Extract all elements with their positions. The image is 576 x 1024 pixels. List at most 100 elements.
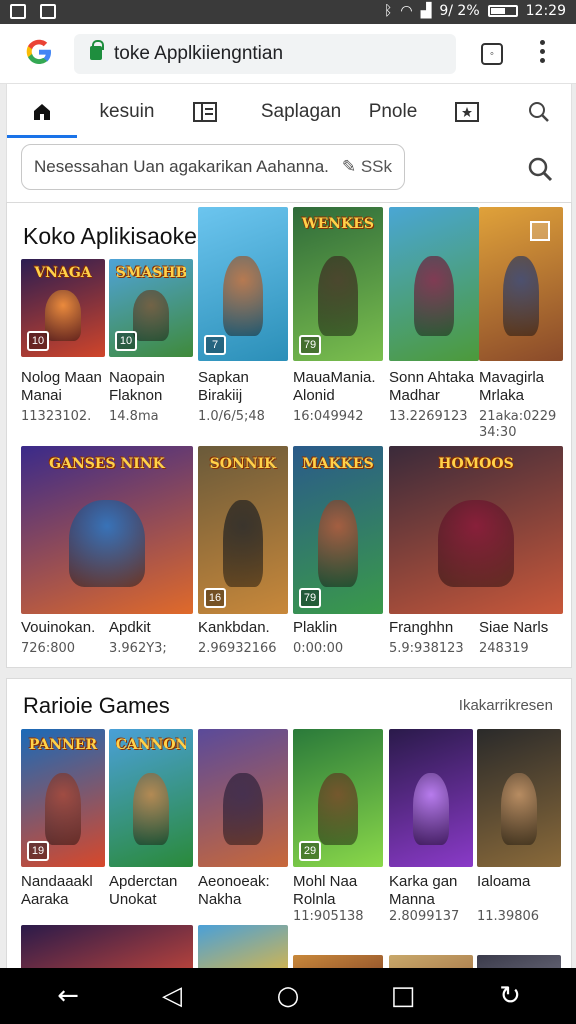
app-tile-image[interactable]: WENKES 79 bbox=[293, 207, 383, 361]
character-art bbox=[132, 773, 170, 845]
app-name-line2: Aaraka bbox=[21, 891, 69, 908]
nav-tabs: kesuin Saplagan Pnole bbox=[6, 84, 572, 140]
app-name: Vouinokan. bbox=[21, 619, 96, 636]
app-tile-image[interactable]: GANSES NINK bbox=[21, 446, 193, 614]
app-name: Sonn Ahtaka bbox=[389, 369, 475, 386]
app-name-line2: Birakiij bbox=[198, 387, 243, 404]
app-name: Nolog Maan bbox=[21, 369, 102, 386]
app-tile-image[interactable]: 29 bbox=[293, 729, 383, 867]
lock-icon bbox=[90, 40, 104, 60]
game-logo-text: GANSES NINK bbox=[49, 456, 165, 473]
home-button-icon[interactable]: ○ bbox=[274, 982, 302, 1010]
character-art bbox=[44, 290, 82, 342]
app-name-line2: Rolnla bbox=[293, 891, 336, 908]
battery-icon bbox=[487, 5, 518, 17]
tab-switcher-icon[interactable]: ◦ bbox=[481, 43, 503, 65]
bluetooth-icon: ᛒ bbox=[383, 3, 393, 19]
app-tile-image[interactable]: 7 bbox=[198, 207, 288, 361]
app-tile-image[interactable] bbox=[479, 207, 563, 361]
app-meta: 13.2269123 bbox=[389, 409, 468, 424]
app-meta: 11:905138 bbox=[293, 909, 364, 924]
back-arrow-icon[interactable]: ← bbox=[54, 982, 82, 1010]
app-name-line2: Flaknon bbox=[109, 387, 163, 404]
app-tile-image[interactable]: SONNIK 16 bbox=[198, 446, 288, 614]
google-logo-icon[interactable] bbox=[24, 37, 54, 67]
back-icon[interactable]: ◁ bbox=[158, 982, 186, 1010]
app-name-line2: Alonid bbox=[293, 387, 335, 404]
character-art bbox=[318, 256, 358, 337]
app-tile-image[interactable] bbox=[198, 729, 288, 867]
tab-favorites[interactable] bbox=[447, 84, 487, 140]
more-menu-icon[interactable] bbox=[540, 40, 546, 66]
search-icon[interactable] bbox=[527, 156, 553, 182]
star-box-icon bbox=[455, 102, 479, 122]
game-logo-text: WENKES bbox=[301, 216, 375, 233]
tab-kesuin[interactable]: kesuin bbox=[87, 84, 167, 140]
status-bar: ᛒ ◠ ▟ 9/ 2% 12:29 bbox=[0, 0, 576, 24]
see-more-link[interactable]: Ikakarrikresen bbox=[459, 697, 553, 714]
character-art bbox=[223, 499, 263, 588]
search-area: Nesessahan Uan agakarikan Aahanna. ✎ SSk bbox=[6, 140, 572, 202]
section-title: Rarioie Games bbox=[23, 693, 170, 718]
app-name: Apdkit bbox=[109, 619, 151, 636]
tab-pnole[interactable]: Pnole bbox=[363, 84, 423, 140]
app-name: Apderctan bbox=[109, 873, 178, 890]
app-name: MauaMania. bbox=[293, 369, 376, 386]
character-art bbox=[69, 499, 145, 588]
app-meta: 2.8099137 bbox=[389, 909, 460, 924]
character-art bbox=[223, 773, 263, 845]
app-name-line2: Unokat bbox=[109, 891, 157, 908]
refresh-icon[interactable]: ↻ bbox=[496, 982, 524, 1010]
tab-account[interactable] bbox=[519, 84, 559, 140]
rating-badge: 79 bbox=[299, 588, 321, 608]
app-meta: 0:00:00 bbox=[293, 641, 344, 656]
search-suffix-text: SSk bbox=[360, 157, 392, 176]
tab-home[interactable] bbox=[7, 84, 77, 140]
home-icon bbox=[34, 104, 50, 120]
app-name-line2: Madhar bbox=[389, 387, 440, 404]
game-logo-text: SMASHBLE bbox=[115, 264, 187, 281]
app-name: Plaklin bbox=[293, 619, 338, 636]
app-tile-image[interactable] bbox=[389, 729, 473, 867]
app-meta: 11.39806 bbox=[477, 909, 540, 924]
featured-apps-card: Koko Aplikisaokeannh VNAGA 10 Nolog Maan Ma… bbox=[6, 202, 572, 668]
app-tile-image[interactable] bbox=[389, 207, 479, 361]
app-name-line2: Nakha bbox=[198, 891, 242, 908]
tab-saplagan[interactable]: Saplagan bbox=[251, 84, 351, 140]
app-name: Mohl Naa bbox=[293, 873, 358, 890]
app-name-line2: Mrlaka bbox=[479, 387, 525, 404]
url-field[interactable]: toke Applkiiengntian bbox=[74, 34, 456, 74]
app-tile-image[interactable]: HOMOOS bbox=[389, 446, 563, 614]
search-input[interactable]: Nesessahan Uan agakarikan Aahanna. ✎ SSk bbox=[21, 144, 405, 190]
character-art bbox=[132, 290, 170, 342]
app-name: Karka gan bbox=[389, 873, 458, 890]
signal-icon: ▟ bbox=[420, 3, 432, 19]
app-tile-image[interactable]: CANNON bbox=[109, 729, 193, 867]
character-art bbox=[500, 773, 538, 845]
app-tile-image[interactable] bbox=[477, 729, 561, 867]
category-grid-icon bbox=[193, 102, 217, 122]
app-name: Kankbdan. bbox=[198, 619, 270, 636]
game-logo-text: VNAGA bbox=[34, 264, 92, 281]
wifi-icon: ◠ bbox=[400, 3, 413, 19]
character-art bbox=[223, 256, 263, 337]
app-tile-image[interactable]: MAKKES 79 bbox=[293, 446, 383, 614]
app-meta: 14.8ma bbox=[109, 409, 159, 424]
app-tile-image[interactable]: SMASHBLE 10 bbox=[109, 259, 193, 357]
tab-grid[interactable] bbox=[185, 84, 225, 140]
game-logo-text: SONNIK bbox=[209, 456, 277, 473]
character-art bbox=[414, 256, 454, 337]
app-tile-image[interactable]: VNAGA 10 bbox=[21, 259, 105, 357]
rating-badge: 29 bbox=[299, 841, 321, 861]
app-name: Aeonoeak: bbox=[198, 873, 270, 890]
recents-icon[interactable]: □ bbox=[389, 982, 417, 1010]
app-name: Ialoama bbox=[477, 873, 531, 890]
notification-image-icon bbox=[40, 4, 56, 19]
search-person-icon bbox=[529, 102, 549, 122]
rating-badge: 10 bbox=[27, 331, 49, 351]
app-meta: 16:049942 bbox=[293, 409, 364, 424]
app-tile-image[interactable]: PANNER 19 bbox=[21, 729, 105, 867]
pencil-icon: ✎ bbox=[341, 157, 361, 176]
app-name: Naopain bbox=[109, 369, 165, 386]
bookmark-icon[interactable] bbox=[530, 221, 550, 241]
